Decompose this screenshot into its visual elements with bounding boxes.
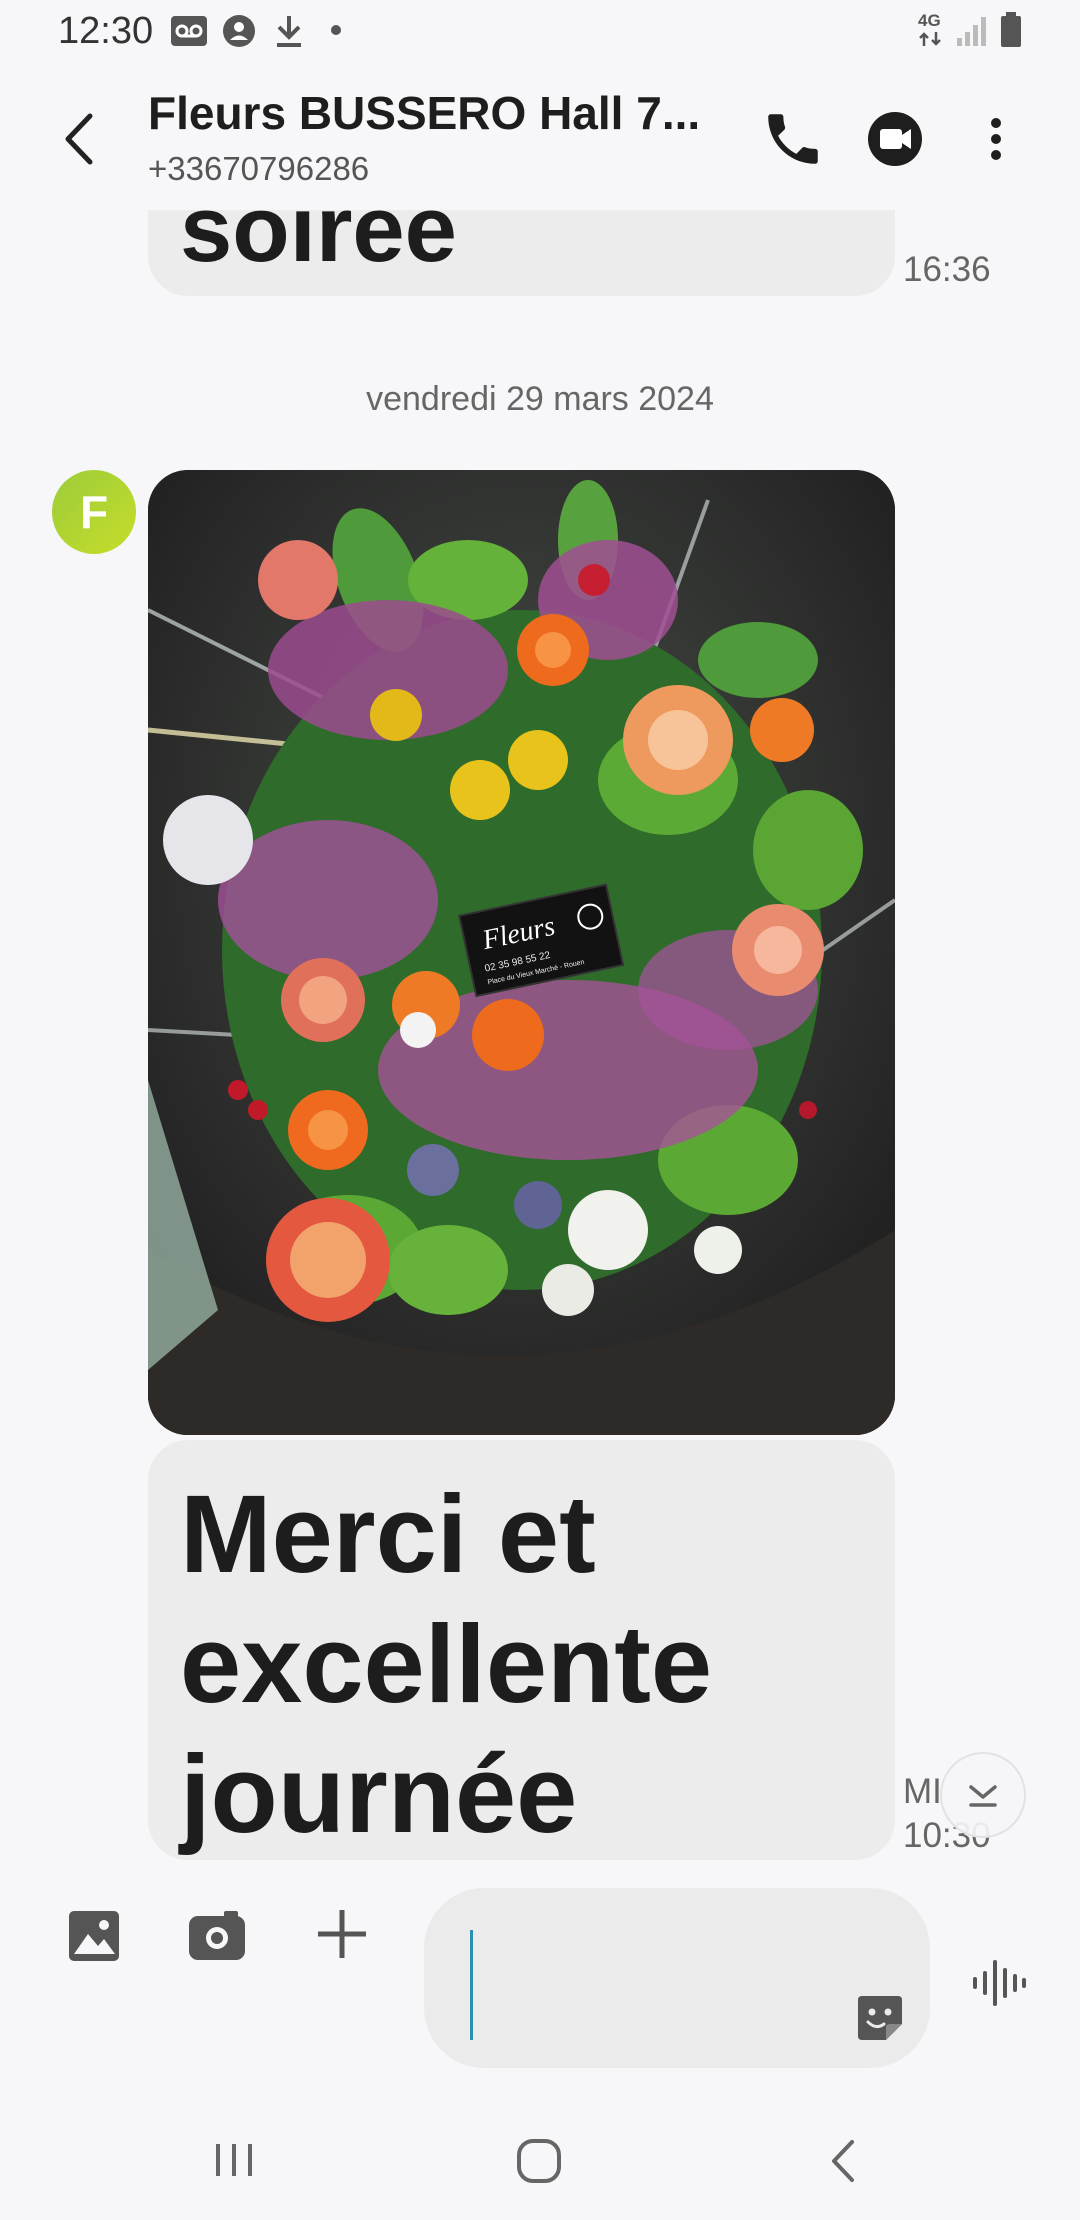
bouquet-photo: Fleurs 02 35 98 55 22 Place du Vieux Mar… [148, 470, 895, 1435]
conversation-header: Fleurs BUSSERO Hall 7... +33670796286 [0, 64, 1080, 210]
system-navigation-bar [0, 2100, 1080, 2220]
back-icon [65, 113, 93, 165]
voice-input-button[interactable] [970, 1954, 1028, 2012]
previous-message-time: 16:36 [903, 250, 991, 289]
recent-apps-button[interactable] [210, 2136, 258, 2184]
sender-avatar[interactable]: F [52, 470, 136, 554]
system-back-icon [832, 2140, 854, 2182]
text-cursor [470, 1930, 473, 2040]
phone-icon [768, 114, 818, 164]
image-message-flower-bouquet[interactable]: Fleurs 02 35 98 55 22 Place du Vieux Mar… [148, 470, 895, 1435]
sticker-button[interactable] [854, 1992, 906, 2044]
network-4g-icon: 4G [918, 11, 941, 30]
voice-input-icon [973, 1960, 1026, 2006]
scroll-down-icon [969, 1785, 997, 1807]
voicemail-icon [171, 16, 207, 46]
add-attachment-button[interactable] [312, 1904, 372, 1964]
video-call-button[interactable] [860, 106, 930, 172]
camera-icon [189, 1911, 245, 1960]
date-separator: vendredi 29 mars 2024 [366, 380, 714, 418]
received-message-bubble[interactable]: Merci et excellente journée [148, 1440, 895, 1860]
message-composer [0, 1860, 1080, 2100]
gallery-button[interactable] [66, 1908, 122, 1964]
message-input[interactable] [424, 1888, 930, 2068]
add-icon [318, 1910, 366, 1958]
home-button[interactable] [512, 2134, 566, 2188]
network-arrows-icon [919, 32, 941, 46]
system-back-button[interactable] [818, 2134, 868, 2188]
contact-phone-number: +33670796286 [148, 150, 370, 187]
gallery-icon [69, 1911, 119, 1961]
more-vert-icon [991, 118, 1001, 160]
home-icon [517, 2139, 561, 2183]
signal-icon [957, 17, 986, 46]
more-options-button[interactable] [972, 106, 1020, 172]
call-button[interactable] [760, 106, 826, 172]
received-message-text: Merci et excellente journée [180, 1473, 713, 1856]
download-icon [277, 16, 301, 47]
status-time: 12:30 [58, 10, 154, 52]
recent-apps-icon [216, 2144, 252, 2176]
video-call-icon [868, 112, 922, 166]
account-icon [223, 15, 255, 47]
scroll-to-bottom-button[interactable] [940, 1752, 1026, 1838]
status-bar: 12:30 4G [0, 0, 1080, 64]
sticker-icon [858, 1996, 902, 2040]
back-button[interactable] [52, 104, 112, 174]
camera-button[interactable] [186, 1908, 248, 1964]
contact-name[interactable]: Fleurs BUSSERO Hall 7... [148, 86, 700, 140]
battery-icon [1001, 12, 1021, 47]
dot-icon [331, 25, 341, 35]
